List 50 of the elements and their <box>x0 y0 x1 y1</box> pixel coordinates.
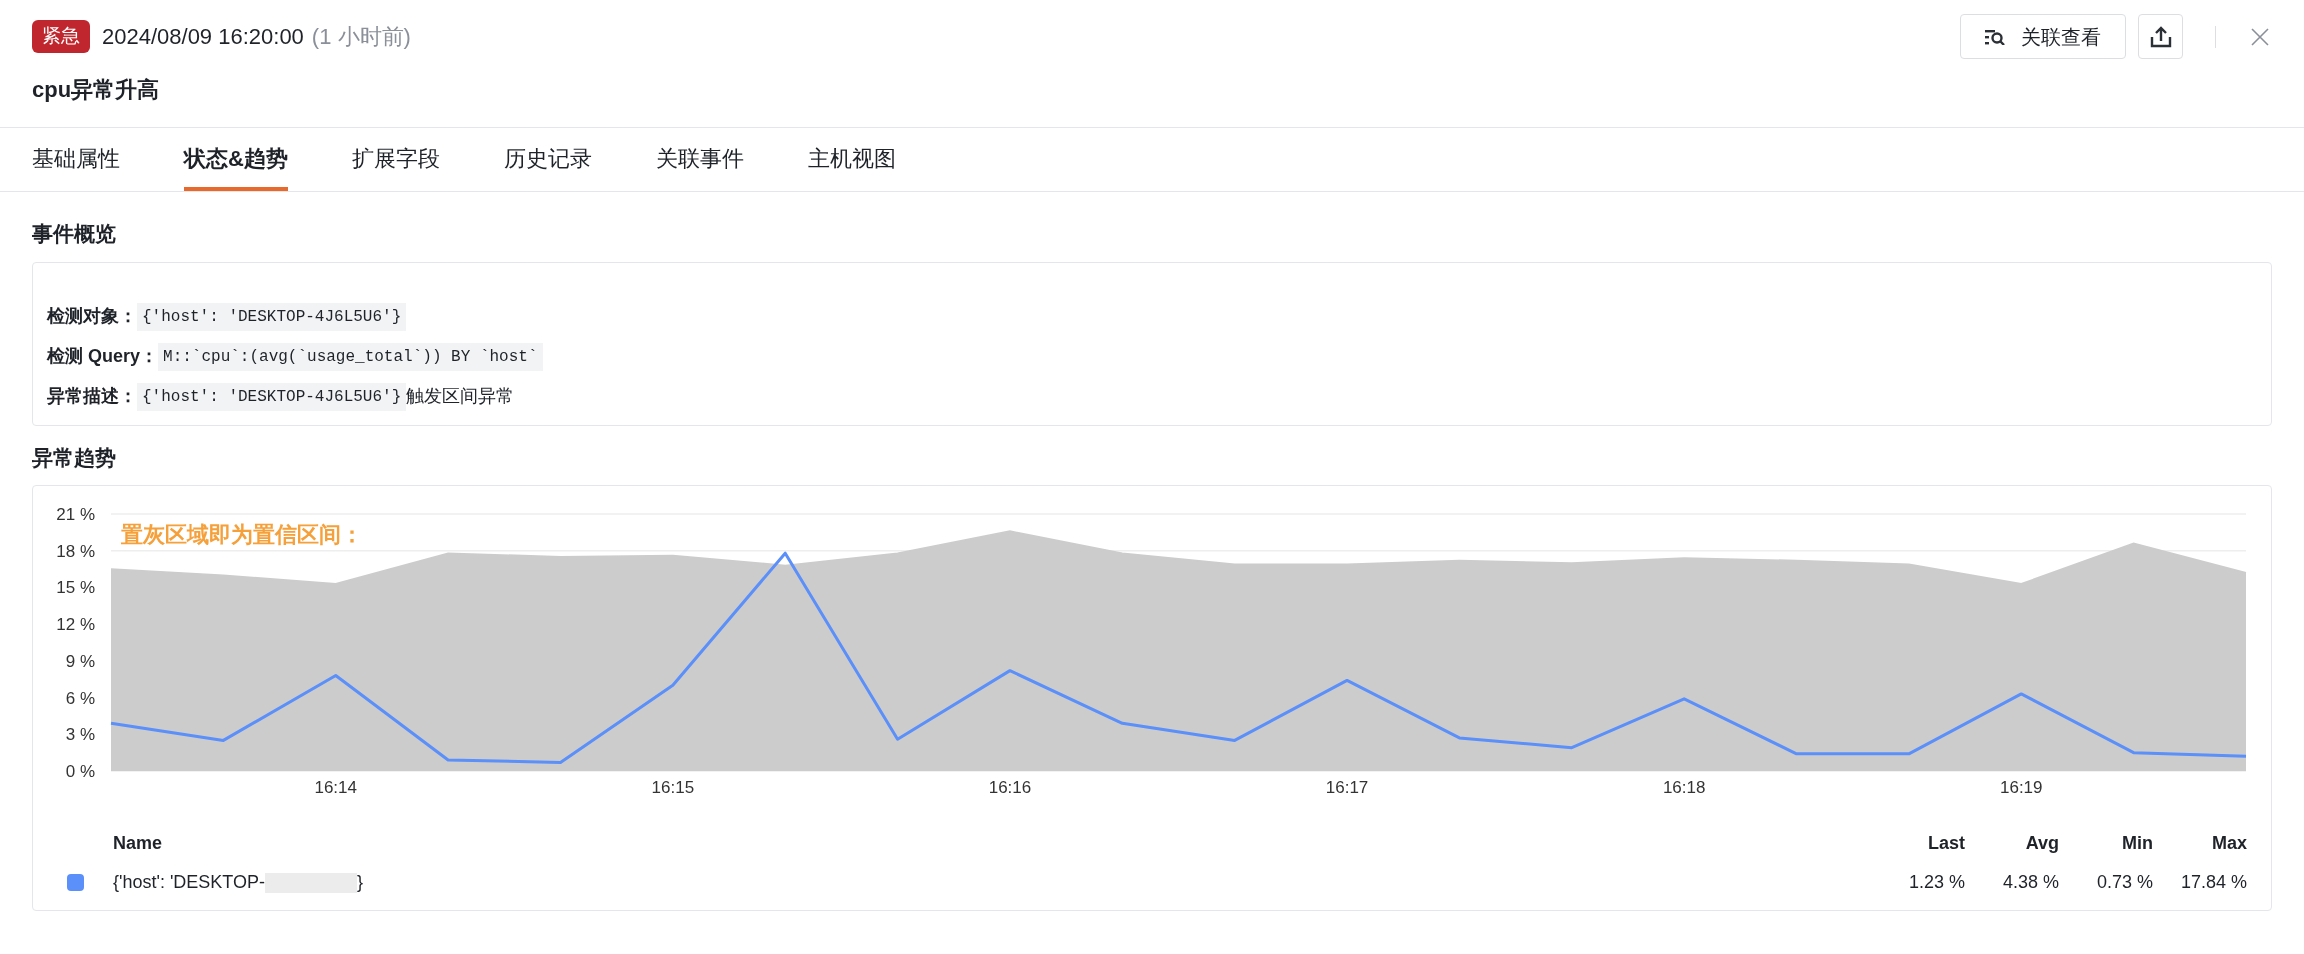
y-axis-label: 15 % <box>56 578 95 598</box>
severity-badge: 紧急 <box>32 20 90 53</box>
upload-icon <box>2149 25 2172 48</box>
close-icon <box>2251 27 2269 46</box>
y-axis-label: 6 % <box>65 688 95 708</box>
section-title: 异常趋势 <box>32 444 117 471</box>
x-axis-label: 16:14 <box>314 778 357 797</box>
y-axis-label: 0 % <box>65 762 95 781</box>
x-axis-label: 16:18 <box>1662 778 1706 797</box>
field-label: 异常描述： <box>47 385 137 408</box>
y-axis-label: 18 % <box>56 541 95 561</box>
y-axis-label: 3 % <box>65 725 95 745</box>
section-title: 事件概览 <box>32 221 117 247</box>
legend-name: {'host': 'DESKTOP- <box>113 871 266 894</box>
field-label: 检测对象： <box>47 305 137 328</box>
relative-time: (1 小时前) <box>311 23 411 51</box>
field-label: 检测 Query： <box>47 345 159 368</box>
legend-header: Last <box>1927 832 1965 855</box>
tab[interactable]: 历史记录 <box>503 128 592 191</box>
x-axis-label: 16:15 <box>651 778 695 797</box>
field-value: {'host': 'DESKTOP-4J6L5U6'} <box>137 382 407 411</box>
field-value: M::`cpu`:(avg(`usage_total`)) BY `host` <box>158 342 543 371</box>
chart-annotation: 置灰区域即为置信区间： <box>121 522 363 547</box>
tab[interactable]: 扩展字段 <box>351 128 440 191</box>
field-value: {'host': 'DESKTOP-4J6L5U6'} <box>137 302 407 331</box>
legend-header: Min <box>2121 832 2153 855</box>
x-axis-label: 16:19 <box>2000 778 2043 797</box>
event-title: cpu异常升高 <box>32 76 161 104</box>
legend-header: Name <box>113 832 164 855</box>
tab[interactable]: 基础属性 <box>32 128 120 191</box>
event-time: 2024/08/09 16:20:00 <box>102 23 304 51</box>
tab[interactable]: 主机视图 <box>807 128 896 191</box>
field-suffix: 触发区间异常 <box>406 385 515 408</box>
legend-value: 17.84 % <box>2179 871 2247 894</box>
tab[interactable]: 关联事件 <box>655 128 744 191</box>
legend-header: Avg <box>2024 832 2059 855</box>
related-view-button[interactable]: 关联查看 <box>1960 14 2126 59</box>
tab[interactable]: 状态&趋势 <box>184 128 288 191</box>
legend-value: 1.23 % <box>1907 871 1965 894</box>
legend-value: 4.38 % <box>2001 871 2059 894</box>
y-axis-label: 12 % <box>56 615 95 635</box>
share-button[interactable] <box>2138 14 2183 59</box>
search-list-icon <box>1985 28 2005 45</box>
x-axis-label: 16:16 <box>988 778 1032 797</box>
legend-value: 0.73 % <box>2095 871 2153 894</box>
y-axis-label: 9 % <box>65 651 95 671</box>
y-axis-label: 21 % <box>56 505 95 524</box>
legend-name: } <box>357 871 365 894</box>
legend-header: Max <box>2211 832 2247 855</box>
x-axis-label: 16:17 <box>1325 778 1369 797</box>
